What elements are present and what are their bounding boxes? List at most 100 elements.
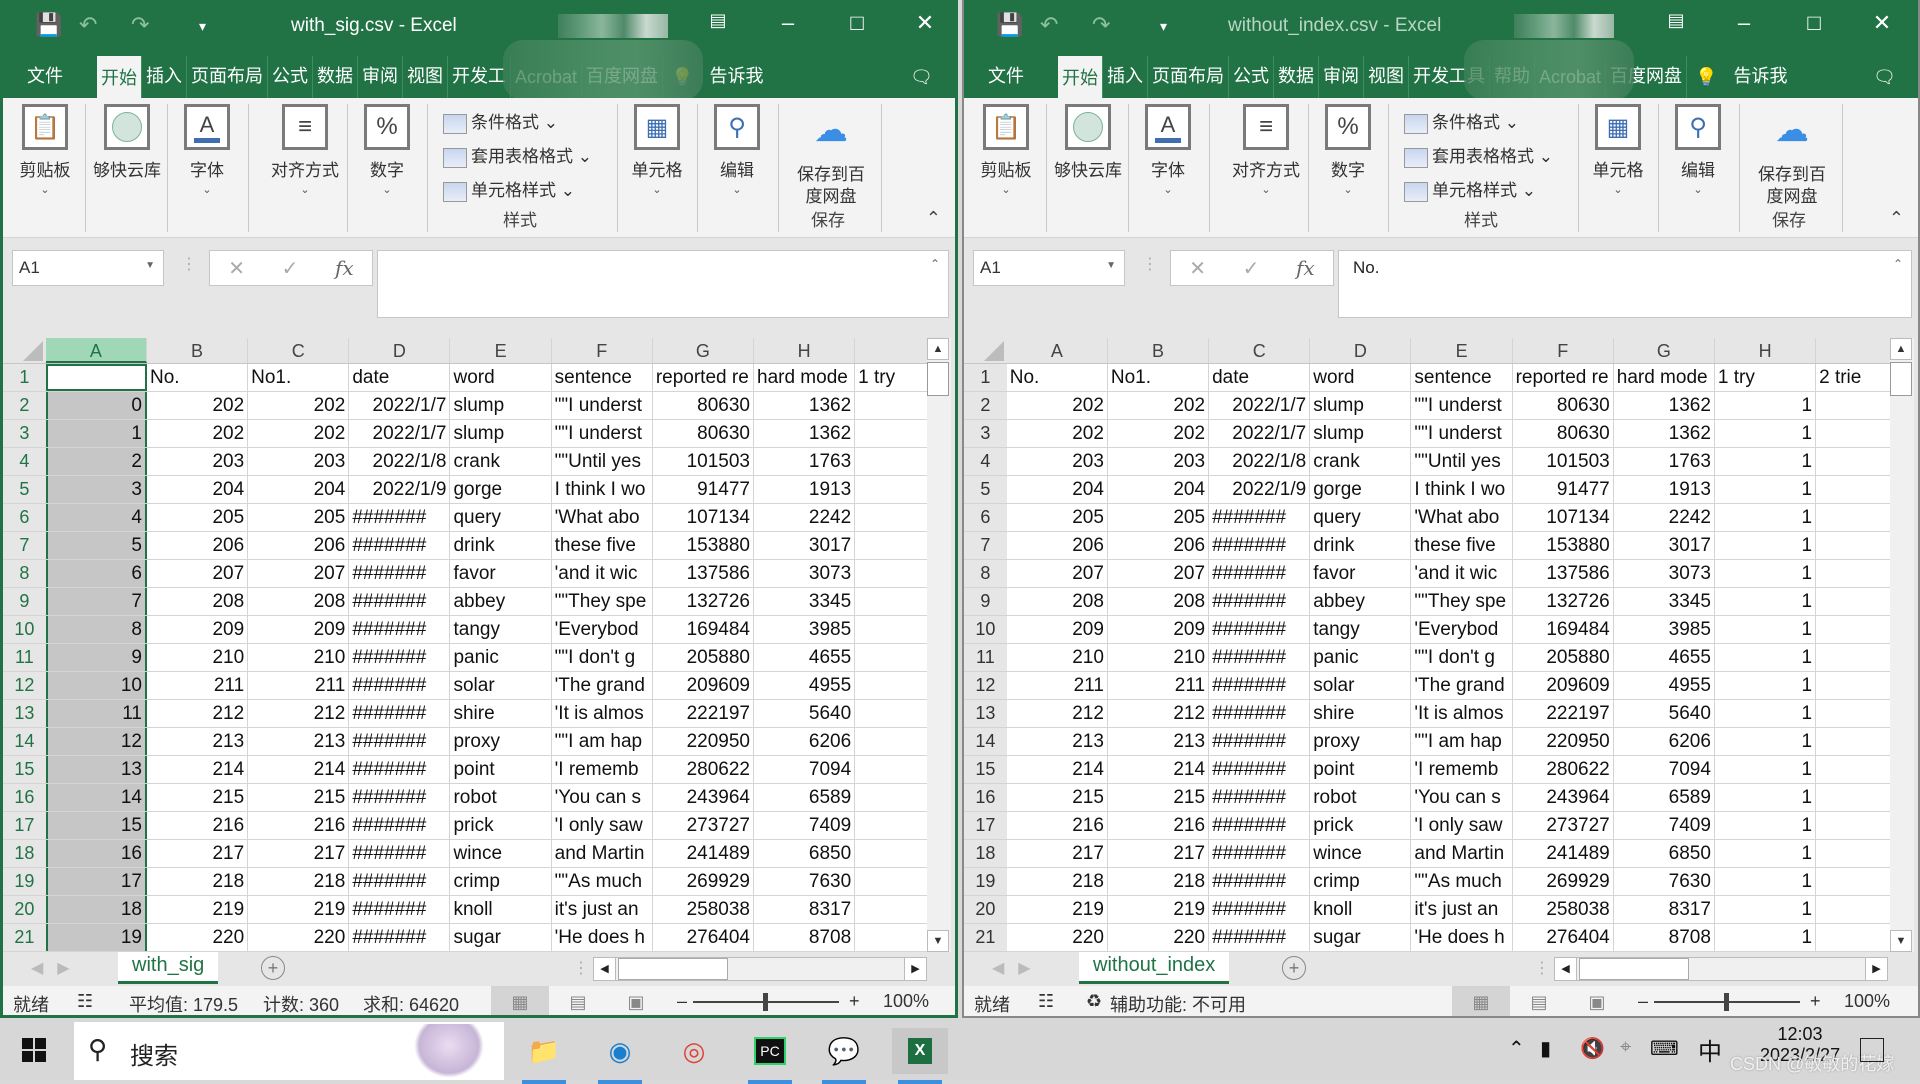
cell[interactable]: 209	[1007, 616, 1108, 643]
cell[interactable]: 169484	[653, 616, 754, 643]
cell[interactable]: 2022/1/7	[1209, 420, 1311, 447]
cell[interactable]: #######	[349, 868, 451, 895]
cell[interactable]: 1913	[754, 476, 856, 503]
cell[interactable]: robot	[1310, 784, 1412, 811]
cell[interactable]: 3073	[1614, 560, 1715, 587]
cell[interactable]: 'It is almos	[552, 700, 653, 727]
cell[interactable]: #######	[349, 504, 451, 531]
cell[interactable]: 101503	[653, 448, 754, 475]
cell[interactable]: #######	[1209, 896, 1311, 923]
horizontal-scrollbar[interactable]: ◀ ▶	[1554, 957, 1888, 981]
cell[interactable]: 209	[1108, 616, 1210, 643]
sheet-tab-without-index[interactable]: without_index	[1079, 952, 1230, 984]
cell[interactable]: solar	[450, 672, 552, 699]
cell[interactable]: 3985	[754, 616, 856, 643]
cell[interactable]: 3017	[1614, 532, 1715, 559]
zoom-out-button[interactable]: –	[677, 991, 687, 1012]
cell[interactable]: 215	[1007, 784, 1108, 811]
cell[interactable]: 269929	[653, 868, 754, 895]
cell[interactable]: proxy	[450, 728, 552, 755]
cell[interactable]: 7	[45, 588, 147, 615]
cell[interactable]: 204	[147, 476, 249, 503]
cell[interactable]: #######	[1209, 700, 1311, 727]
cell[interactable]: #######	[1209, 532, 1311, 559]
cell[interactable]	[855, 728, 934, 755]
cell[interactable]	[855, 756, 934, 783]
row-header[interactable]: 6	[3, 504, 46, 531]
cell[interactable]	[1816, 896, 1894, 923]
cell[interactable]: 219	[1108, 896, 1210, 923]
cell[interactable]: 211	[1007, 672, 1108, 699]
cell[interactable]: 5640	[1614, 700, 1715, 727]
cell[interactable]: 202	[147, 392, 249, 419]
cell[interactable]	[1816, 504, 1894, 531]
cell[interactable]	[855, 672, 934, 699]
cell[interactable]: 1	[1715, 504, 1817, 531]
status-accessibility[interactable]: 辅助功能: 不可用	[1110, 991, 1246, 1016]
cell[interactable]: 1362	[754, 392, 856, 419]
cell[interactable]: 241489	[1513, 840, 1614, 867]
accessibility-icon[interactable]: ♻	[1086, 991, 1102, 1012]
wifi-icon[interactable]: ⌖	[1620, 1036, 1631, 1059]
cell[interactable]: 7630	[754, 868, 856, 895]
undo-icon[interactable]: ↶	[79, 12, 97, 38]
cell[interactable]: 107134	[1513, 504, 1614, 531]
cell[interactable]: abbey	[450, 588, 552, 615]
cell[interactable]: #######	[349, 616, 451, 643]
cell[interactable]: 1	[1715, 756, 1817, 783]
cell[interactable]: ""I underst	[552, 392, 653, 419]
ribbon-tab[interactable]: 数据	[1274, 56, 1319, 98]
cell[interactable]: 276404	[1513, 924, 1614, 951]
cell[interactable]: 3345	[1614, 588, 1715, 615]
cell[interactable]: solar	[1310, 672, 1412, 699]
cell[interactable]: gorge	[1310, 476, 1412, 503]
row-header[interactable]: 21	[964, 924, 1007, 951]
cell[interactable]: 215	[248, 784, 350, 811]
row-header[interactable]: 19	[964, 868, 1007, 895]
battery-icon[interactable]: ▮	[1540, 1036, 1551, 1061]
scroll-thumb[interactable]	[618, 958, 728, 980]
zoom-slider[interactable]	[1654, 993, 1800, 1011]
cell[interactable]: 17	[45, 868, 147, 895]
row-header[interactable]: 9	[3, 588, 46, 615]
cell-style-button[interactable]: 单元格样式 ⌄	[1404, 174, 1553, 208]
cells-button[interactable]: ▦ 单元格 ⌄	[617, 104, 697, 196]
cell[interactable]: 202	[1007, 392, 1108, 419]
column-header[interactable]: H	[754, 338, 856, 363]
save-baidu-button[interactable]: ☁ 保存到百度网盘	[1749, 104, 1835, 208]
cell[interactable]: 7630	[1614, 868, 1715, 895]
cell[interactable]: hard mode	[1614, 364, 1715, 391]
cell[interactable]: 4955	[754, 672, 856, 699]
cell[interactable]: ""As much	[552, 868, 653, 895]
column-header[interactable]: E	[1411, 338, 1513, 363]
cell[interactable]: 8317	[1614, 896, 1715, 923]
cell[interactable]: 1	[45, 420, 147, 447]
row-header[interactable]: 17	[3, 812, 46, 839]
cell[interactable]: tangy	[450, 616, 552, 643]
cell[interactable]: ""I am hap	[1411, 728, 1513, 755]
row-header[interactable]: 12	[964, 672, 1007, 699]
row-header[interactable]: 3	[964, 420, 1007, 447]
insert-function-icon[interactable]: fx	[335, 256, 354, 280]
cell[interactable]: sugar	[450, 924, 552, 951]
collapse-formula-icon[interactable]: ⌃	[1893, 257, 1903, 271]
cell[interactable]: proxy	[1310, 728, 1412, 755]
cell[interactable]: 217	[1108, 840, 1210, 867]
cell[interactable]	[855, 476, 934, 503]
ribbon-tab[interactable]: 审阅	[1319, 56, 1364, 98]
cell[interactable]: 13	[45, 756, 147, 783]
customize-quick-access-icon[interactable]: ▾	[1160, 18, 1167, 35]
cell[interactable]: #######	[349, 756, 451, 783]
cell[interactable]: 80630	[1513, 392, 1614, 419]
cell[interactable]: 18	[45, 896, 147, 923]
zoom-in-button[interactable]: +	[849, 991, 860, 1012]
cell[interactable]: 202	[1108, 420, 1210, 447]
cell[interactable]: slump	[1310, 420, 1412, 447]
cell[interactable]: 91477	[653, 476, 754, 503]
comments-icon[interactable]: 🗨	[902, 61, 941, 98]
cell[interactable]: 2022/1/9	[349, 476, 451, 503]
cell[interactable]: sentence	[1411, 364, 1513, 391]
cell[interactable]: 212	[248, 700, 350, 727]
cell[interactable]: 2022/1/7	[349, 392, 451, 419]
cell[interactable]	[855, 560, 934, 587]
